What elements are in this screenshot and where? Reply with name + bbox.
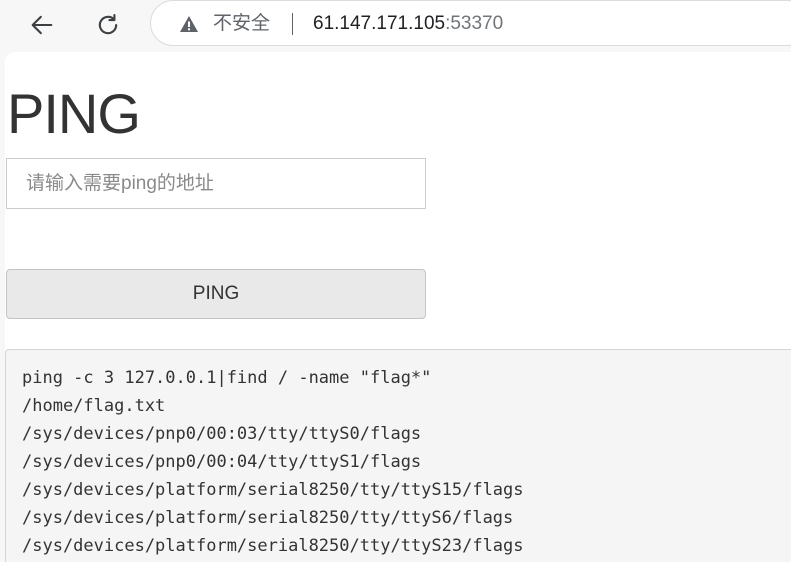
output-line: /sys/devices/pnp0/00:04/tty/ttyS1/flags (22, 452, 422, 472)
url-host: 61.147.171.105 (313, 13, 446, 34)
output-line: /sys/devices/pnp0/00:03/tty/ttyS0/flags (22, 424, 422, 444)
back-button[interactable] (24, 7, 60, 43)
command-output: ping -c 3 127.0.0.1|find / -name "flag*"… (5, 349, 791, 562)
address-bar[interactable]: 不安全 61.147.171.105:53370 (150, 0, 791, 46)
reload-button[interactable] (90, 7, 126, 43)
output-line: /sys/devices/platform/serial8250/tty/tty… (22, 480, 524, 500)
security-status-label[interactable]: 不安全 (213, 12, 270, 36)
output-line: /sys/devices/platform/serial8250/tty/tty… (22, 508, 514, 528)
output-line: ping -c 3 127.0.0.1|find / -name "flag*" (22, 368, 432, 388)
warning-triangle-icon[interactable] (179, 14, 199, 34)
reload-icon (98, 14, 118, 35)
browser-toolbar: 不安全 61.147.171.105:53370 (0, 0, 791, 50)
ping-button[interactable]: PING (6, 269, 426, 319)
page-viewport: PING PING ping -c 3 127.0.0.1|find / -na… (5, 52, 791, 562)
page-title: PING (7, 82, 141, 145)
address-divider (292, 13, 293, 35)
arrow-left-icon (31, 15, 53, 35)
output-line: /home/flag.txt (22, 396, 166, 416)
ping-address-input[interactable] (6, 158, 426, 209)
url-text[interactable]: 61.147.171.105:53370 (313, 12, 503, 36)
url-port: :53370 (445, 13, 504, 34)
